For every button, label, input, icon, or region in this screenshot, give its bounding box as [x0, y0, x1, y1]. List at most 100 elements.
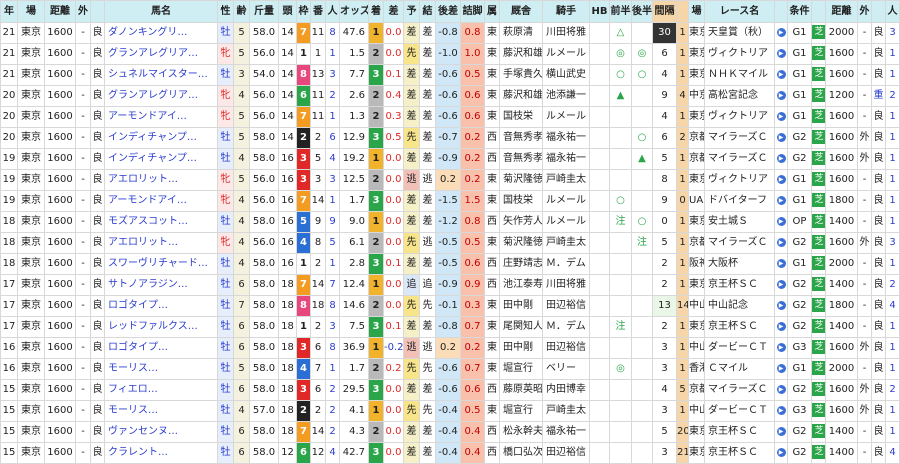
column-header[interactable]: 着	[369, 1, 384, 23]
table-row[interactable]: 20東京1600-良グランアレグリア…牝456.01461122.620.4差差…	[1, 86, 900, 107]
column-header[interactable]: 頭	[279, 1, 297, 23]
column-header[interactable]: 後半	[632, 1, 653, 23]
column-header[interactable]: 外	[858, 1, 872, 23]
prev-race-name[interactable]: 京王杯ＳＣ	[705, 275, 775, 296]
horse-name-link[interactable]: モーリス…	[105, 359, 218, 380]
play-video-icon[interactable]: ▶	[775, 191, 788, 212]
play-video-icon[interactable]: ▶	[775, 422, 788, 443]
column-header[interactable]: 結	[420, 1, 436, 23]
column-header[interactable]: 場	[689, 1, 705, 23]
table-row[interactable]: 20東京1600-良インディチャンプ…牡558.01422612.930.5先差…	[1, 128, 900, 149]
column-header[interactable]: 外	[76, 1, 91, 23]
play-video-icon[interactable]: ▶	[775, 275, 788, 296]
table-row[interactable]: 21東京1600-良シュネルマイスター…牡354.01481337.730.1差…	[1, 65, 900, 86]
column-header[interactable]: オッズ	[340, 1, 369, 23]
play-video-icon[interactable]: ▶	[775, 170, 788, 191]
horse-name-link[interactable]: クラレント…	[105, 443, 218, 464]
horse-name-link[interactable]: インディチャンプ…	[105, 128, 218, 149]
prev-race-name[interactable]: 京王杯ＳＣ	[705, 422, 775, 443]
prev-race-name[interactable]: 高松宮記念	[705, 86, 775, 107]
play-video-icon[interactable]: ▶	[775, 23, 788, 44]
horse-name-link[interactable]: アエロリット…	[105, 233, 218, 254]
table-row[interactable]: 21東京1600-良ダノンキングリ…牡558.014711847.610.0差差…	[1, 23, 900, 44]
column-header[interactable]	[872, 1, 886, 23]
column-header[interactable]: 性	[218, 1, 234, 23]
prev-race-name[interactable]: 京王杯ＳＣ	[705, 443, 775, 464]
prev-race-name[interactable]: ドバイターフ	[705, 191, 775, 212]
table-row[interactable]: 17東京1600-良ロゴタイプ…牡758.018818814.620.0先先-0…	[1, 296, 900, 317]
table-row[interactable]: 18東京1600-良アエロリット…牝456.0164856.120.0先逃-0.…	[1, 233, 900, 254]
prev-race-name[interactable]: マイラーズＣ	[705, 128, 775, 149]
table-row[interactable]: 17東京1600-良サトノアラジン…牡658.018714712.410.0追追…	[1, 275, 900, 296]
horse-name-link[interactable]: フィエロ…	[105, 380, 218, 401]
play-video-icon[interactable]: ▶	[775, 128, 788, 149]
horse-name-link[interactable]: インディチャンプ…	[105, 149, 218, 170]
column-header[interactable]: 予	[404, 1, 420, 23]
play-video-icon[interactable]: ▶	[775, 86, 788, 107]
horse-name-link[interactable]: グランアレグリア…	[105, 86, 218, 107]
horse-name-link[interactable]: アエロリット…	[105, 170, 218, 191]
horse-name-link[interactable]: スワーヴリチャード…	[105, 254, 218, 275]
prev-race-name[interactable]: ダービーＣＴ	[705, 338, 775, 359]
prev-race-name[interactable]: マイラーズＣ	[705, 233, 775, 254]
horse-name-link[interactable]: アーモンドアイ…	[105, 107, 218, 128]
column-header[interactable]: 枠	[297, 1, 311, 23]
prev-race-name[interactable]: ヴィクトリア	[705, 107, 775, 128]
horse-name-link[interactable]: ロゴタイプ…	[105, 338, 218, 359]
column-header[interactable]: 距離	[45, 1, 76, 23]
prev-race-name[interactable]: 京王杯ＳＣ	[705, 317, 775, 338]
horse-name-link[interactable]: アーモンドアイ…	[105, 191, 218, 212]
play-video-icon[interactable]: ▶	[775, 107, 788, 128]
table-row[interactable]: 18東京1600-良モズアスコット…牡458.0165999.010.0差差-1…	[1, 212, 900, 233]
prev-race-name[interactable]: Ｃマイル	[705, 359, 775, 380]
table-row[interactable]: 16東京1600-良ロゴタイプ…牡658.01836836.91-0.2逃逃0.…	[1, 338, 900, 359]
column-header[interactable]	[91, 1, 105, 23]
table-row[interactable]: 17東京1600-良レッドファルクス…牡658.0181237.530.1差差-…	[1, 317, 900, 338]
table-row[interactable]: 18東京1600-良スワーヴリチャード…牡458.0161212.830.1差差…	[1, 254, 900, 275]
play-video-icon[interactable]: ▶	[775, 338, 788, 359]
column-header[interactable]: 年	[1, 1, 18, 23]
column-header[interactable]: 人	[886, 1, 900, 23]
column-header[interactable]	[677, 1, 689, 23]
column-header[interactable]: 詰脚	[461, 1, 485, 23]
play-video-icon[interactable]: ▶	[775, 359, 788, 380]
column-header[interactable]	[812, 1, 826, 23]
table-row[interactable]: 16東京1600-良モーリス…牡558.0184711.720.2先先-0.60…	[1, 359, 900, 380]
column-header[interactable]: 距離	[826, 1, 858, 23]
column-header[interactable]: 条件	[788, 1, 812, 23]
column-header[interactable]: 番	[311, 1, 326, 23]
column-header[interactable]: 馬名	[105, 1, 218, 23]
column-header[interactable]: 厩舎	[500, 1, 543, 23]
horse-name-link[interactable]: モーリス…	[105, 401, 218, 422]
column-header[interactable]: レース名	[705, 1, 775, 23]
column-header[interactable]: 斤量	[250, 1, 279, 23]
column-header[interactable]: 間隔	[653, 1, 677, 23]
table-row[interactable]: 15東京1600-良クラレント…牡658.012612442.730.0差差-0…	[1, 443, 900, 464]
table-row[interactable]: 19東京1600-良アエロリット…牝556.01633312.520.0逃逃0.…	[1, 170, 900, 191]
play-video-icon[interactable]: ▶	[775, 149, 788, 170]
column-header[interactable]: 騎手	[543, 1, 590, 23]
play-video-icon[interactable]: ▶	[775, 380, 788, 401]
play-video-icon[interactable]: ▶	[775, 254, 788, 275]
play-video-icon[interactable]: ▶	[775, 212, 788, 233]
column-header[interactable]: 属	[485, 1, 500, 23]
column-header[interactable]: HB	[590, 1, 610, 23]
prev-race-name[interactable]: ヴィクトリア	[705, 44, 775, 65]
column-header[interactable]: 後差	[436, 1, 461, 23]
column-header[interactable]: 齢	[234, 1, 250, 23]
table-row[interactable]: 15東京1600-良モーリス…牡457.0182224.110.0先先-0.40…	[1, 401, 900, 422]
prev-race-name[interactable]: マイラーズＣ	[705, 380, 775, 401]
horse-name-link[interactable]: レッドファルクス…	[105, 317, 218, 338]
prev-race-name[interactable]: 安土城Ｓ	[705, 212, 775, 233]
column-header[interactable]	[775, 1, 788, 23]
horse-name-link[interactable]: モズアスコット…	[105, 212, 218, 233]
play-video-icon[interactable]: ▶	[775, 296, 788, 317]
prev-race-name[interactable]: 天皇賞（秋）	[705, 23, 775, 44]
horse-name-link[interactable]: ヴァンセンヌ…	[105, 422, 218, 443]
play-video-icon[interactable]: ▶	[775, 65, 788, 86]
play-video-icon[interactable]: ▶	[775, 401, 788, 422]
column-header[interactable]: 人	[326, 1, 340, 23]
prev-race-name[interactable]: 大阪杯	[705, 254, 775, 275]
horse-name-link[interactable]: サトノアラジン…	[105, 275, 218, 296]
prev-race-name[interactable]: ヴィクトリア	[705, 170, 775, 191]
